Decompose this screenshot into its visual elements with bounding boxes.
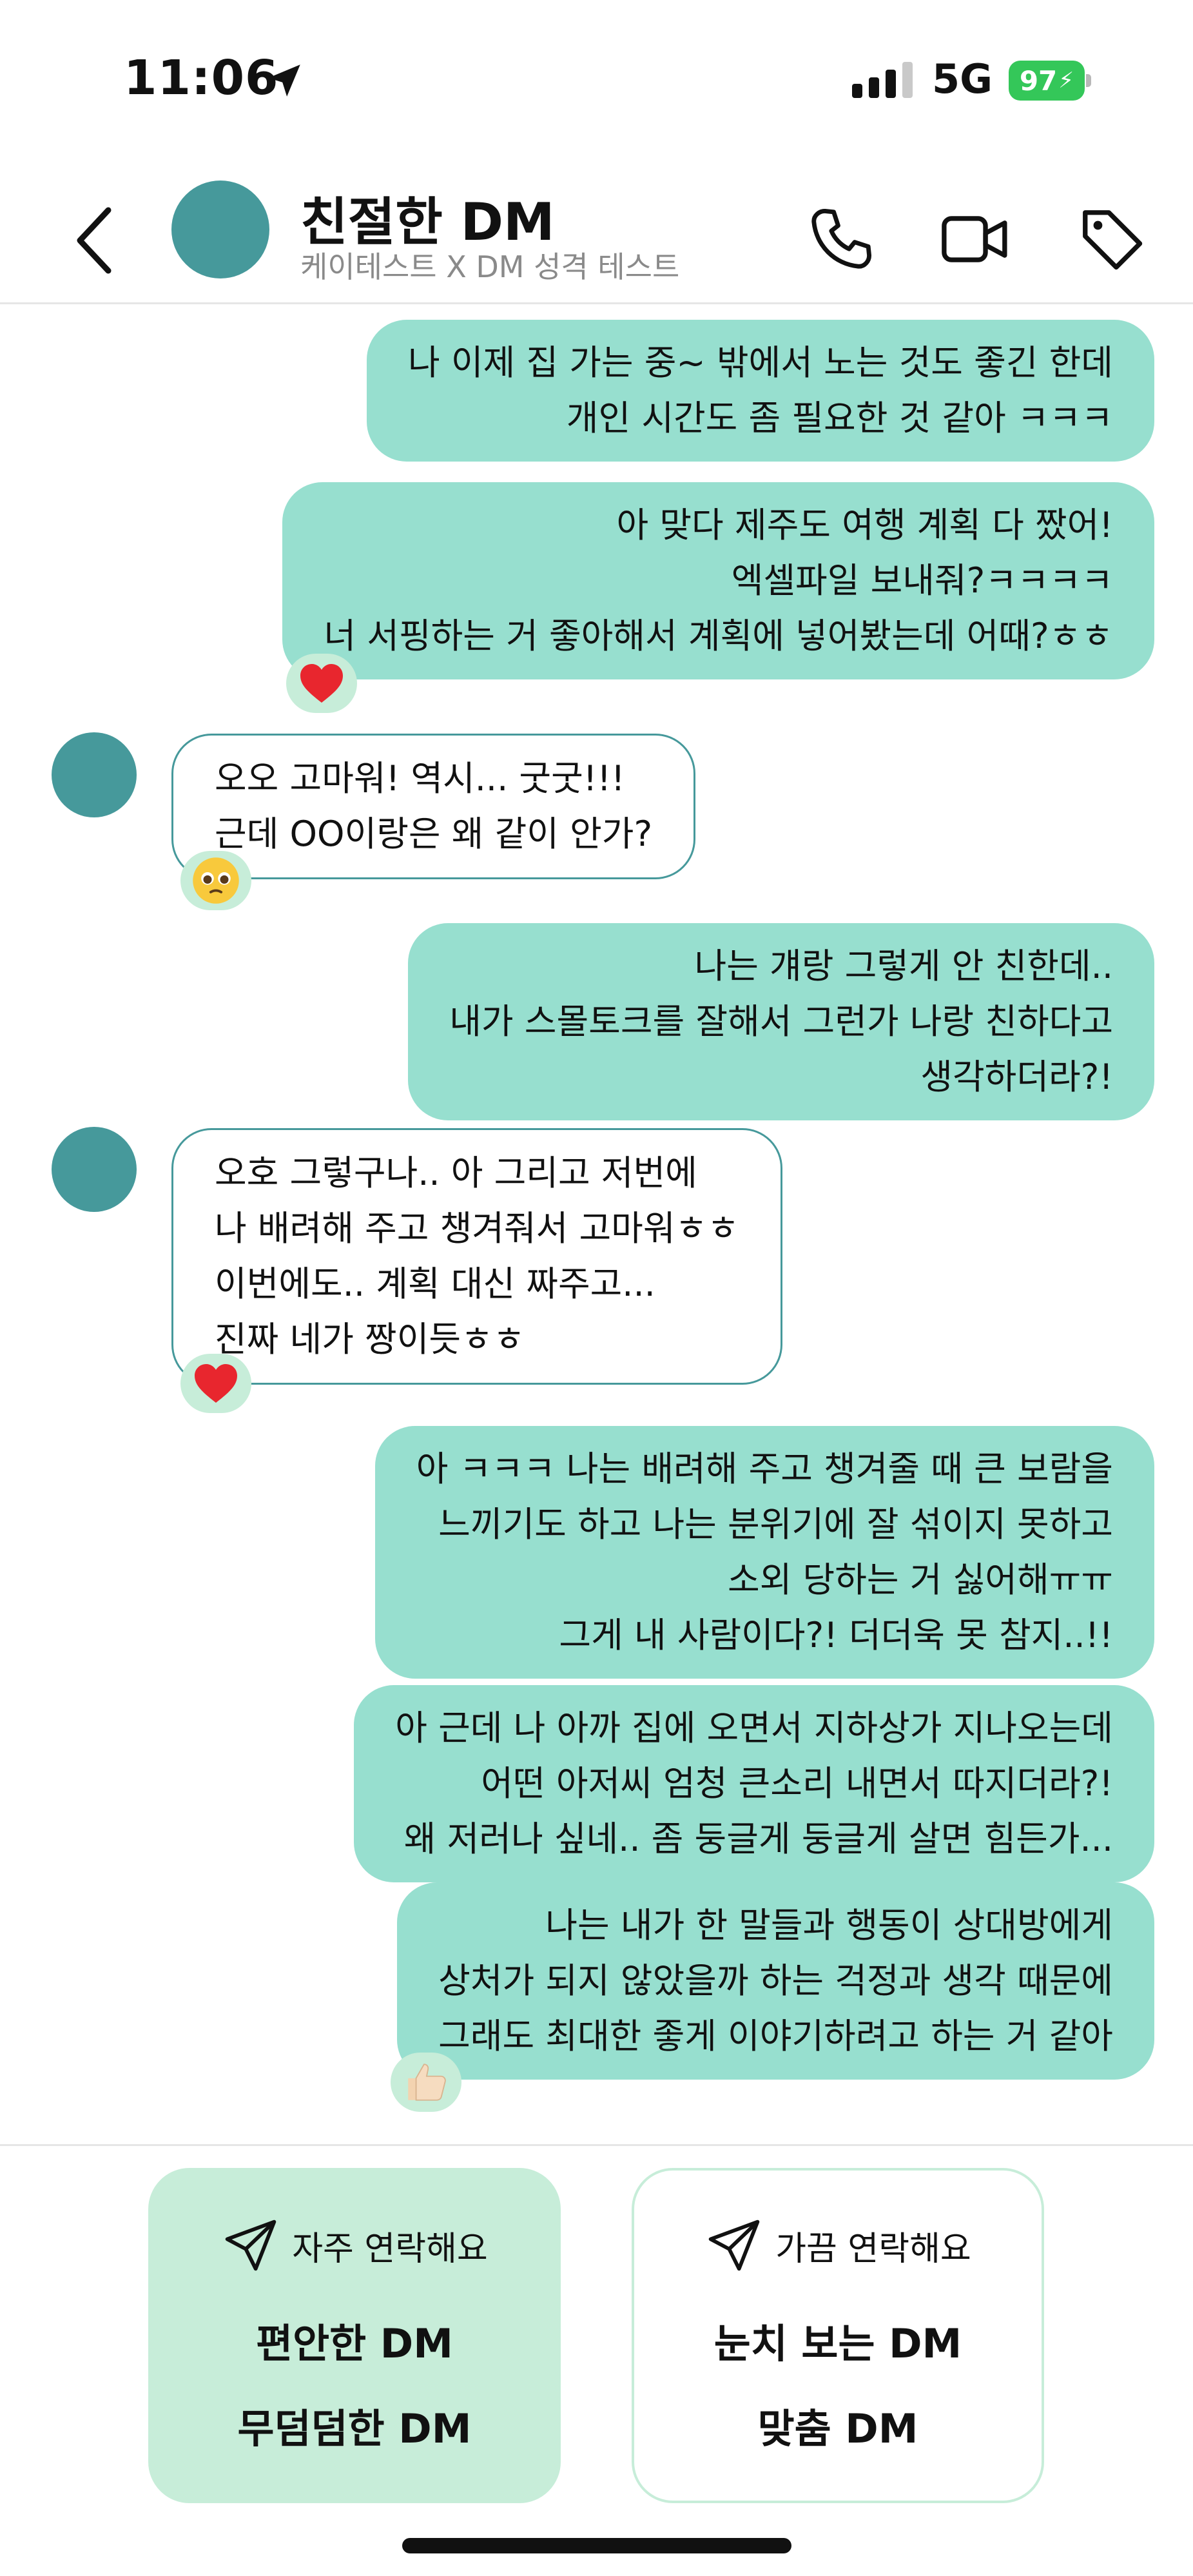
send-icon [708,2220,760,2271]
sent-message[interactable]: 나 이제 집 가는 중~ 밖에서 노는 것도 좋긴 한데 개인 시간도 좀 필요… [367,320,1154,462]
message-reaction[interactable] [391,2053,461,2112]
back-chevron-icon[interactable] [72,205,117,276]
sent-message[interactable]: 아 맞다 제주도 여행 계획 다 짰어! 엑셀파일 보내줘?ㅋㅋㅋㅋ 너 서핑하… [282,482,1154,679]
chat-header: 친절한 DM 케이테스트 X DM 성격 테스트 [0,155,1193,304]
option-line: 무덤덤한 DM [237,2405,472,2452]
heart-icon [300,664,343,703]
tag-icon[interactable] [1076,204,1147,275]
battery-level: 97 [1019,64,1058,97]
option-card-frequent[interactable]: 자주 연락해요 편안한 DM 무덤덤한 DM [148,2168,561,2503]
received-message[interactable]: 오호 그렇구나.. 아 그리고 저번에 나 배려해 주고 챙겨줘서 고마워ㅎㅎ … [171,1128,782,1385]
sent-message[interactable]: 나는 내가 한 말들과 행동이 상대방에게 상처가 되지 않았을까 하는 걱정과… [397,1882,1154,2080]
message-avatar[interactable] [52,732,137,817]
send-icon [225,2220,276,2271]
option-panel: 자주 연락해요 편안한 DM 무덤덤한 DM 가끔 연락해요 눈치 보는 DM … [0,2144,1193,2576]
message-avatar[interactable] [52,1127,137,1212]
message-reaction[interactable] [180,1354,251,1413]
option-header: 자주 연락해요 [292,2229,488,2269]
sent-message[interactable]: 아 근데 나 아까 집에 오면서 지하상가 지나오는데 어떤 아저씨 엄청 큰소… [354,1685,1154,1882]
contact-avatar[interactable] [171,181,269,278]
message-reaction[interactable] [180,851,251,910]
option-card-occasional[interactable]: 가끔 연락해요 눈치 보는 DM 맞춤 DM [632,2168,1044,2503]
cellular-signal-icon [852,62,913,98]
pleading-face-icon [193,857,239,904]
received-message[interactable]: 오오 고마워! 역시... 굿굿!!! 근데 OO이랑은 왜 같이 안가? [171,734,696,879]
location-arrow-icon [268,64,300,97]
thumbs-up-icon [408,2064,446,2101]
option-line: 편안한 DM [256,2320,453,2367]
message-list: 나 이제 집 가는 중~ 밖에서 노는 것도 좋긴 한데 개인 시간도 좀 필요… [0,304,1193,2148]
option-line: 눈치 보는 DM [713,2320,962,2367]
network-type: 5G [932,55,993,102]
home-indicator [402,2538,791,2553]
contact-subtitle: 케이테스트 X DM 성격 테스트 [300,249,680,284]
phone-icon[interactable] [806,204,877,275]
option-header: 가끔 연락해요 [775,2229,971,2269]
heart-icon [195,1364,237,1403]
sent-message[interactable]: 아 ㅋㅋㅋ 나는 배려해 주고 챙겨줄 때 큰 보람을 느끼기도 하고 나는 분… [374,1426,1154,1679]
status-time: 11:06 [124,50,279,106]
chat-screen: 11:06 5G 97 ⚡ 친절한 DM 케이테스트 X DM 성격 테스트 나… [0,0,1193,2576]
video-call-icon[interactable] [940,204,1011,275]
sent-message[interactable]: 나는 걔랑 그렇게 안 친한데.. 내가 스몰토크를 잘해서 그런가 나랑 친하… [408,923,1154,1120]
status-bar: 11:06 5G 97 ⚡ [0,0,1193,155]
battery-icon: 97 ⚡ [1009,61,1091,101]
option-line: 맞춤 DM [757,2405,918,2452]
message-reaction[interactable] [286,654,357,713]
